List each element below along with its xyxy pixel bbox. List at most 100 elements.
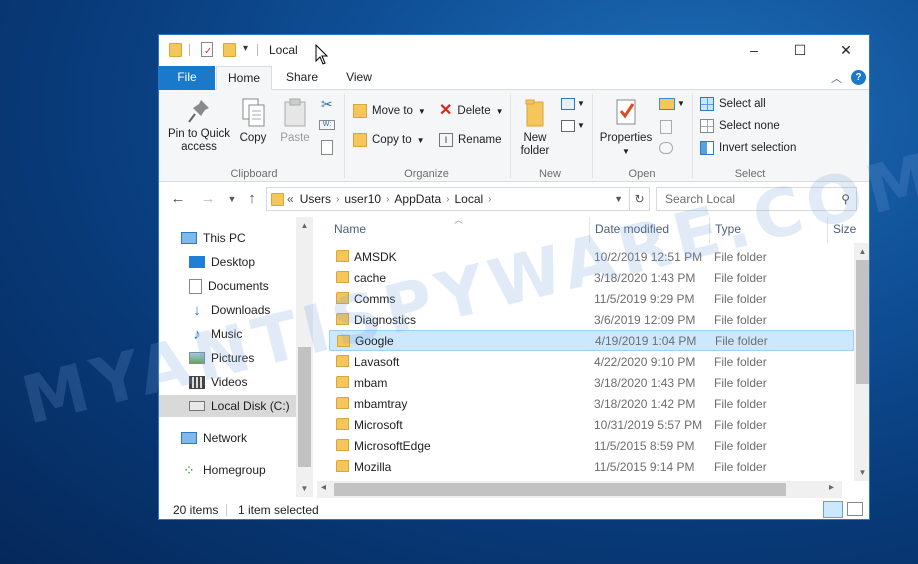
horizontal-scrollbar[interactable]: ◂ ▸ — [317, 481, 842, 498]
refresh-icon[interactable]: ↻ — [629, 188, 649, 210]
close-button[interactable]: ✕ — [823, 35, 869, 65]
copy-button[interactable]: Copy — [235, 98, 271, 145]
column-header-type[interactable]: Type — [715, 222, 741, 236]
desktop-icon — [189, 256, 205, 268]
file-row[interactable]: MicrosoftEdge 11/5/2015 8:59 PM File folde… — [329, 435, 854, 456]
pin-to-quick-access-button[interactable]: Pin to Quick access — [165, 98, 233, 154]
address-dropdown-icon[interactable]: ▼ — [614, 194, 623, 204]
customize-quick-access-icon[interactable]: ▾ — [243, 43, 248, 54]
tab-view[interactable]: View — [334, 66, 384, 90]
help-icon[interactable]: ? — [851, 70, 866, 85]
chevron-right-icon[interactable]: › — [386, 194, 389, 205]
copy-to-button[interactable]: Copy to ▼ — [353, 133, 425, 147]
title-bar[interactable]: ✓ ▾ Local – ☐ ✕ — [159, 35, 869, 65]
up-icon[interactable]: ↑ — [243, 190, 261, 208]
file-row[interactable]: Mozilla 11/5/2015 9:14 PM File folder — [329, 456, 854, 477]
nav-item-local-disk[interactable]: Local Disk (C:) — [159, 395, 296, 417]
nav-item-music[interactable]: ♪ Music — [189, 323, 242, 345]
nav-item-this-pc[interactable]: This PC — [181, 227, 246, 249]
nav-item-network[interactable]: Network — [181, 427, 247, 449]
dropdown-arrow-icon: ▼ — [417, 106, 426, 116]
file-row[interactable]: AMSDK 10/2/2019 12:51 PM File folder — [329, 246, 854, 267]
history-icon[interactable] — [659, 142, 673, 154]
breadcrumb-overflow[interactable]: « — [287, 192, 294, 206]
breadcrumb-local[interactable]: Local — [454, 192, 483, 206]
large-icons-view-icon[interactable] — [847, 502, 863, 516]
pictures-icon — [189, 352, 205, 364]
file-type: File folder — [714, 396, 767, 411]
chevron-right-icon[interactable]: › — [488, 194, 491, 205]
breadcrumb-users[interactable]: Users — [300, 192, 331, 206]
new-folder-button[interactable]: New folder — [515, 98, 555, 158]
properties-icon — [616, 99, 636, 125]
tab-file[interactable]: File — [159, 66, 215, 90]
nav-item-videos[interactable]: Videos — [189, 371, 247, 393]
copy-to-icon — [353, 133, 367, 147]
file-row[interactable]: cache 3/18/2020 1:43 PM File folder — [329, 267, 854, 288]
nav-item-downloads[interactable]: ↓ Downloads — [189, 299, 270, 321]
status-bar: 20 items 1 item selected — [159, 499, 869, 519]
tab-home[interactable]: Home — [216, 66, 272, 91]
nav-item-homegroup[interactable]: ⁘ Homegroup — [181, 459, 266, 481]
file-list-scrollbar[interactable]: ▲ ▼ — [854, 243, 869, 481]
scroll-up-icon[interactable]: ▲ — [296, 217, 313, 234]
scroll-right-icon[interactable]: ▸ — [829, 482, 834, 493]
new-folder-quick-icon[interactable] — [223, 43, 236, 57]
nav-item-desktop[interactable]: Desktop — [189, 251, 255, 273]
delete-button[interactable]: ✕ Delete ▼ — [439, 103, 504, 119]
open-icon[interactable] — [659, 98, 675, 110]
file-row[interactable]: Google 4/19/2019 1:04 PM File folder — [329, 330, 854, 351]
invert-selection-button[interactable]: Invert selection — [700, 141, 796, 155]
easy-access-icon[interactable] — [561, 120, 575, 132]
recent-locations-icon[interactable]: ▼ — [223, 190, 241, 208]
paste-button[interactable]: Paste — [275, 98, 315, 145]
select-all-button[interactable]: Select all — [700, 97, 766, 111]
column-header-size[interactable]: Size — [833, 222, 856, 236]
minimize-button[interactable]: – — [731, 35, 777, 65]
tab-share[interactable]: Share — [277, 66, 327, 90]
scrollbar-thumb[interactable] — [298, 347, 311, 467]
address-bar[interactable]: « Users › user10 › AppData › Local › ▼ ↻ — [266, 187, 650, 211]
column-header-date-modified[interactable]: Date modified — [595, 222, 669, 236]
scrollbar-thumb[interactable] — [856, 260, 869, 384]
file-row[interactable]: Diagnostics 3/6/2019 12:09 PM File folder — [329, 309, 854, 330]
rename-button[interactable]: I Rename — [439, 133, 501, 147]
file-row[interactable]: Microsoft 10/31/2019 5:57 PM File folder — [329, 414, 854, 435]
maximize-button[interactable]: ☐ — [777, 35, 823, 65]
move-to-button[interactable]: Move to ▼ — [353, 104, 426, 118]
breadcrumb-user10[interactable]: user10 — [344, 192, 381, 206]
folder-icon — [336, 376, 349, 388]
edit-icon[interactable] — [660, 120, 672, 134]
file-type: File folder — [714, 438, 767, 453]
properties-button[interactable]: Properties ▼ — [597, 98, 655, 158]
scroll-left-icon[interactable]: ◂ — [321, 482, 326, 493]
nav-item-documents[interactable]: Documents — [189, 275, 269, 297]
nav-pane-scrollbar[interactable]: ▲ ▼ — [296, 217, 313, 497]
column-header-name[interactable]: Name — [334, 222, 589, 248]
cut-icon[interactable]: ✂ — [321, 96, 333, 113]
file-row[interactable]: mbamtray 3/18/2020 1:42 PM File folder — [329, 393, 854, 414]
new-item-icon[interactable] — [561, 98, 575, 110]
copy-path-icon[interactable]: W: — [319, 120, 335, 130]
nav-item-pictures[interactable]: Pictures — [189, 347, 254, 369]
scroll-down-icon[interactable]: ▼ — [854, 464, 869, 481]
search-input[interactable]: Search Local ⚲ — [656, 187, 857, 211]
file-row[interactable]: mbam 3/18/2020 1:43 PM File folder — [329, 372, 854, 393]
file-name: Mozilla — [354, 459, 392, 474]
file-row[interactable]: Comms 11/5/2019 9:29 PM File folder — [329, 288, 854, 309]
back-icon[interactable]: ← — [169, 190, 187, 208]
dropdown-arrow-icon: ▼ — [622, 147, 630, 156]
collapse-ribbon-icon[interactable]: ︿ — [831, 70, 842, 86]
breadcrumb-appdata[interactable]: AppData — [394, 192, 441, 206]
scrollbar-thumb[interactable] — [334, 483, 786, 496]
file-row[interactable]: Lavasoft 4/22/2020 9:10 PM File folder — [329, 351, 854, 372]
details-view-icon[interactable] — [823, 501, 843, 518]
select-none-button[interactable]: Select none — [700, 119, 780, 133]
paste-shortcut-icon[interactable] — [321, 140, 333, 155]
scroll-up-icon[interactable]: ▲ — [854, 243, 869, 260]
forward-icon[interactable]: → — [199, 190, 217, 208]
properties-quick-icon[interactable]: ✓ — [201, 42, 213, 57]
scroll-down-icon[interactable]: ▼ — [296, 480, 313, 497]
chevron-right-icon[interactable]: › — [336, 194, 339, 205]
chevron-right-icon[interactable]: › — [446, 194, 449, 205]
